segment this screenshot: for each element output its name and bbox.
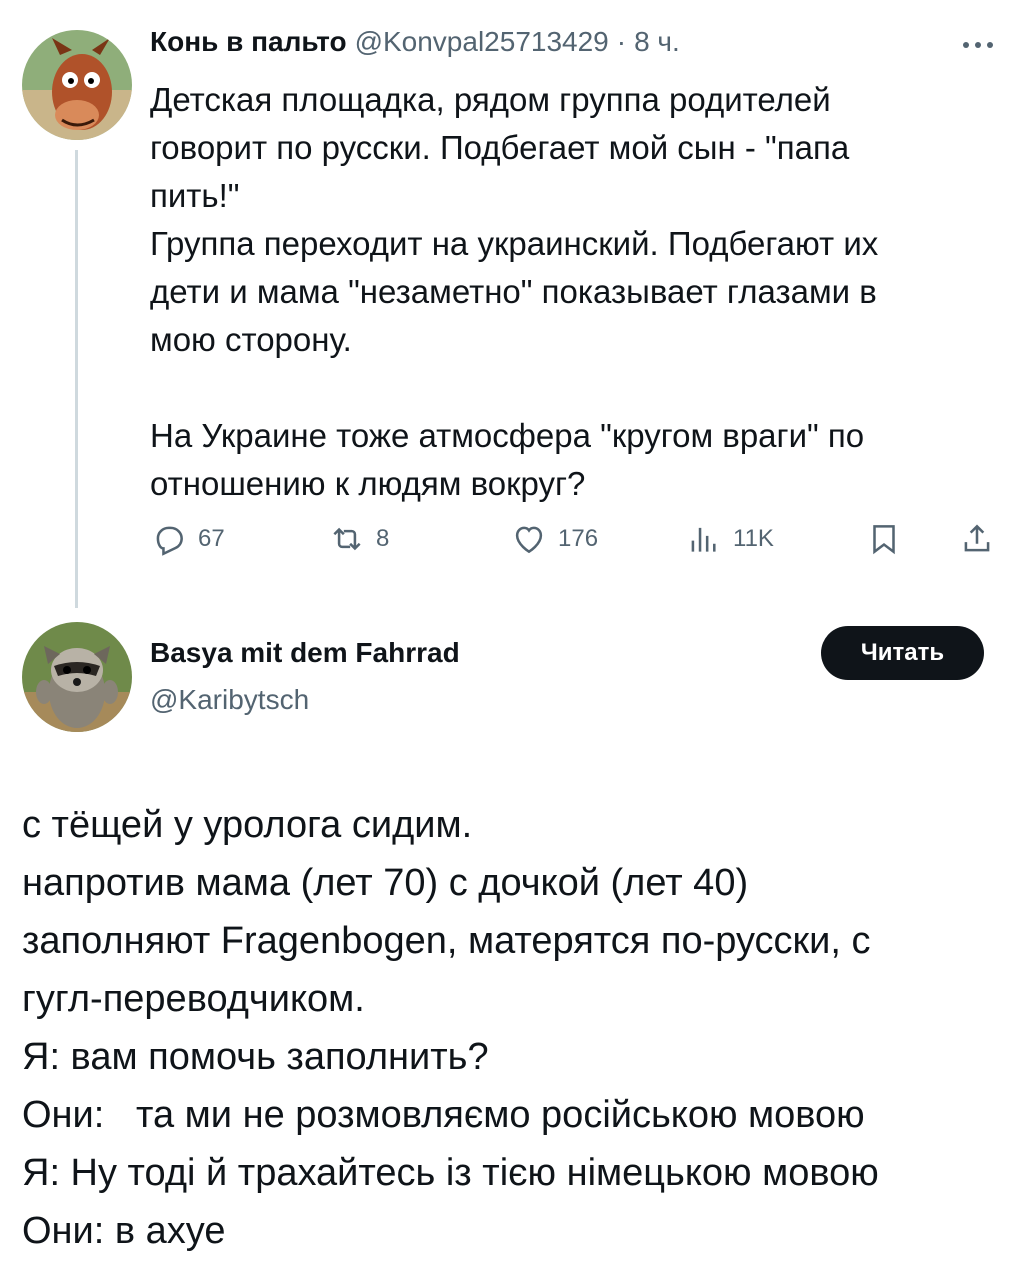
tweet1-text: Детская площадка, рядом группа родителей…	[150, 81, 879, 502]
repost-count: 8	[376, 525, 390, 552]
tweet2-text: с тёщей у уролога сидим. напротив мама (…	[22, 796, 1012, 1260]
bookmark-icon	[873, 525, 895, 555]
heart-icon	[515, 526, 543, 554]
bookmark-button[interactable]	[865, 520, 903, 558]
tweet1-dot: ·	[616, 26, 627, 57]
text-line: Они: в ахуе	[22, 1210, 226, 1252]
text-line: гугл-переводчиком.	[22, 978, 365, 1020]
tweet1-handle[interactable]: @Konvpal25713429	[355, 26, 609, 58]
text-line: заполняют Fragenbogen, матерятся по-русс…	[22, 920, 871, 962]
tweet2-handle[interactable]: @Karibytsch	[150, 684, 309, 716]
tweet2-author-name[interactable]: Basya mit dem Fahrrad	[150, 637, 460, 669]
more-icon[interactable]	[960, 38, 996, 52]
like-count: 176	[558, 525, 599, 552]
tweet1-actions: 67 8 176 11K	[150, 520, 1000, 570]
share-icon	[964, 524, 990, 552]
follow-button[interactable]: Читать	[821, 626, 984, 680]
text-line: Я: вам помочь заполнить?	[22, 1036, 489, 1078]
reply-button[interactable]: 67	[150, 520, 225, 558]
share-button[interactable]	[958, 520, 996, 558]
tweet1-author-name[interactable]: Конь в пальто	[150, 26, 347, 58]
avatar-konvpal[interactable]	[22, 30, 132, 140]
text-line: Они: та ми не розмовляємо російською мов…	[22, 1094, 865, 1136]
avatar-karibytsch[interactable]	[22, 622, 132, 732]
views-button[interactable]: 11K	[685, 520, 774, 558]
text-line: с тёщей у уролога сидим.	[22, 804, 473, 846]
text-line: напротив мама (лет 70) с дочкой (лет 40)	[22, 862, 749, 904]
repost-button[interactable]: 8	[328, 520, 389, 558]
like-button[interactable]: 176	[510, 520, 598, 558]
tweet1-time[interactable]: 8 ч.	[634, 26, 680, 58]
views-count: 11K	[733, 525, 774, 552]
repost-icon	[333, 527, 361, 551]
tweet1-header: Конь в пальто @Konvpal25713429 · 8 ч.	[150, 26, 680, 58]
thread-line	[75, 150, 78, 608]
text-line: Я: Ну тоді й трахайтесь із тією німецько…	[22, 1152, 879, 1194]
reply-count: 67	[198, 525, 225, 552]
views-icon	[691, 527, 716, 552]
reply-icon	[156, 526, 183, 556]
